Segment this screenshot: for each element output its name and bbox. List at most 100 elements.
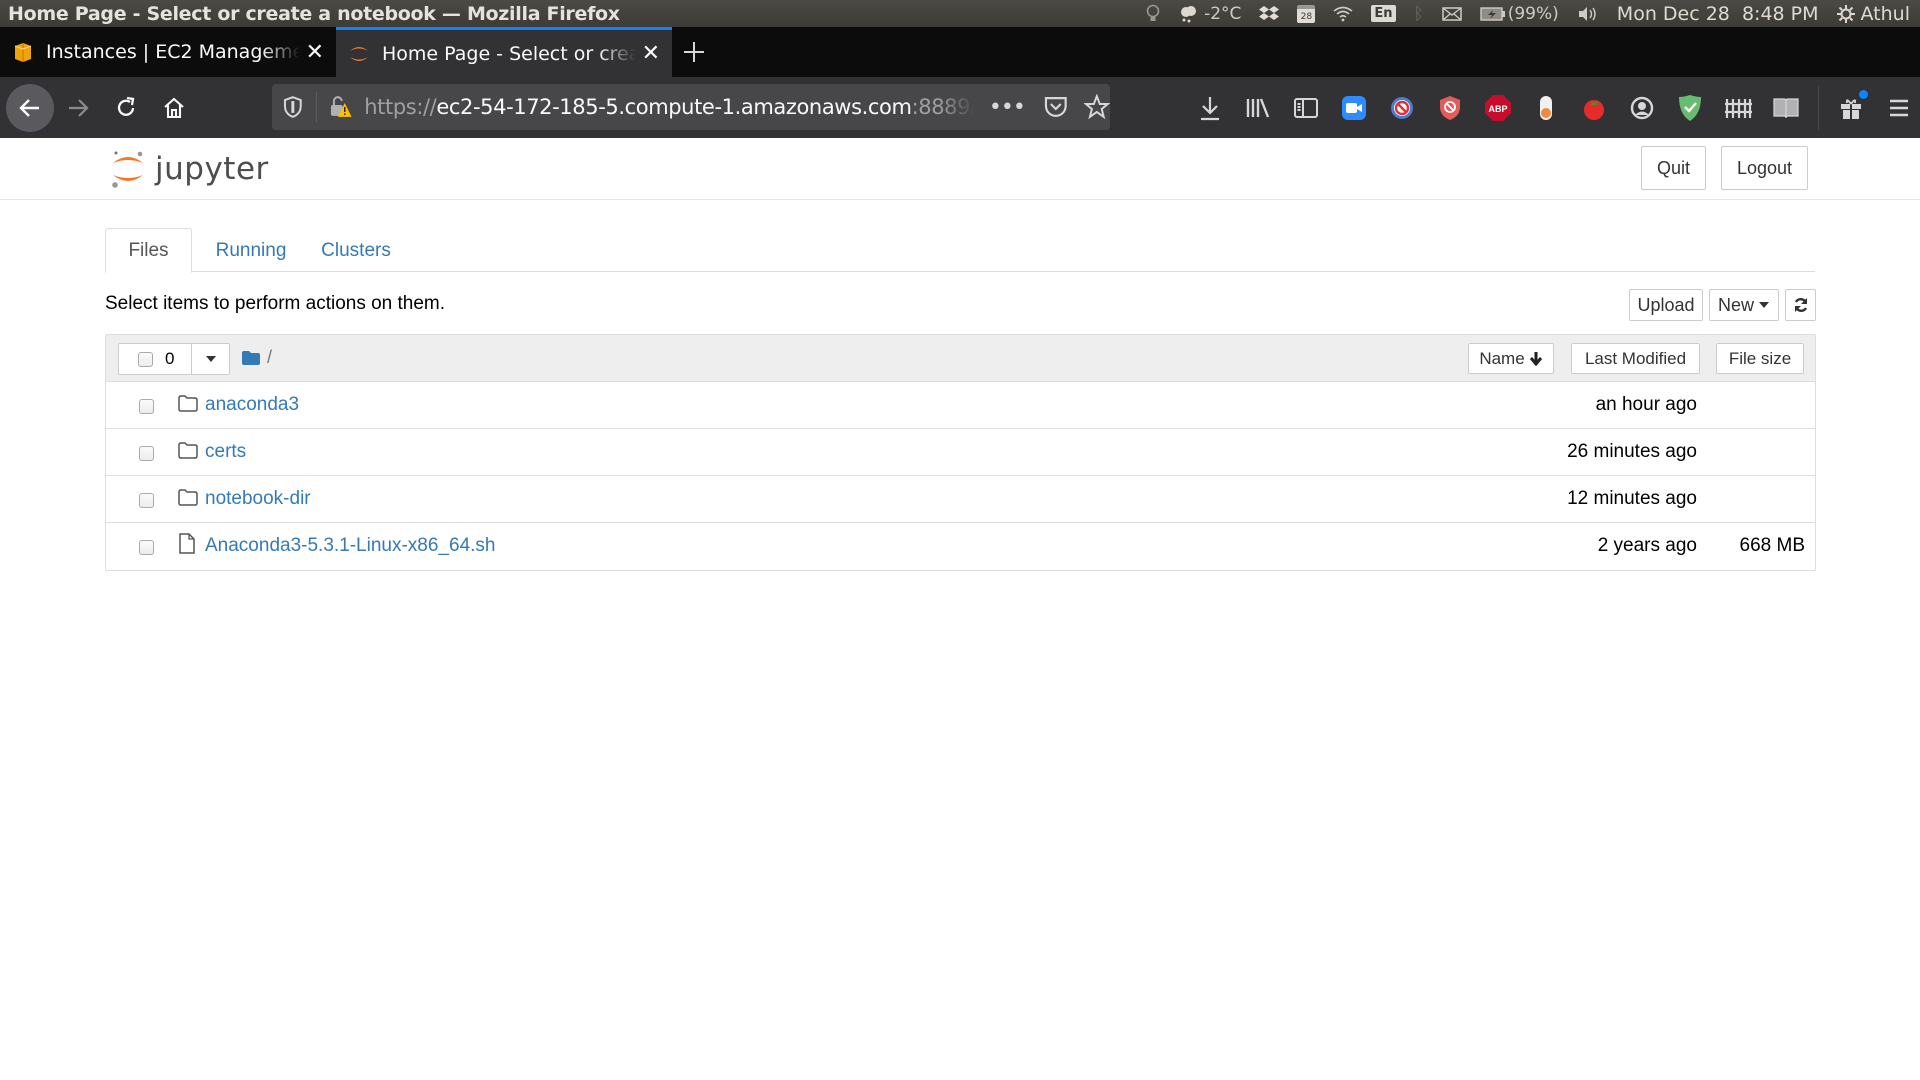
adblock-plus-extension[interactable]: ABP xyxy=(1474,84,1522,132)
adguard-extension[interactable] xyxy=(1666,84,1714,132)
file-list-item: notebook-dir 12 minutes ago xyxy=(106,476,1815,523)
upload-button[interactable]: Upload xyxy=(1629,289,1703,321)
file-list: 0 / Name Last Modified File size anacond… xyxy=(105,334,1816,571)
weather-temp: -2°C xyxy=(1204,3,1242,24)
lightbulb-icon[interactable] xyxy=(1146,4,1160,24)
breadcrumb: / xyxy=(241,347,272,368)
library-button[interactable] xyxy=(1234,84,1282,132)
battery-indicator[interactable]: (99%) xyxy=(1480,4,1559,24)
url-separator xyxy=(315,92,317,122)
item-name-link[interactable]: anaconda3 xyxy=(205,394,299,416)
notification-dot xyxy=(1859,89,1868,99)
mail-icon[interactable] xyxy=(1441,6,1462,21)
logout-button[interactable]: Logout xyxy=(1721,146,1808,190)
toolbar-separator xyxy=(1818,85,1819,130)
jupyter-logo[interactable]: jupyter xyxy=(110,148,269,190)
tab-running[interactable]: Running xyxy=(201,228,301,273)
refresh-button[interactable] xyxy=(1785,289,1816,321)
tracking-shield-icon[interactable] xyxy=(282,95,304,119)
close-tab-icon[interactable]: ✕ xyxy=(642,41,660,66)
gear-icon xyxy=(1836,4,1855,23)
file-list-item: anaconda3 an hour ago xyxy=(106,382,1815,429)
url-path: :8889/tree xyxy=(911,95,975,119)
bookmark-star-icon[interactable] xyxy=(1084,94,1111,120)
jupyter-icon xyxy=(350,46,368,61)
new-button[interactable]: New xyxy=(1709,289,1779,321)
system-tray: -2°C 28 En ᛒ (99%) Mon Dec 28 8:48 PM At… xyxy=(1146,0,1910,27)
sort-by-name-button[interactable]: Name xyxy=(1468,343,1554,374)
zoom-icon xyxy=(1342,95,1366,120)
select-all-checkbox[interactable] xyxy=(138,351,153,367)
new-tab-button[interactable] xyxy=(672,27,716,77)
item-checkbox[interactable] xyxy=(139,493,154,508)
sidebar-button[interactable] xyxy=(1282,84,1330,132)
zoom-extension[interactable] xyxy=(1330,84,1378,132)
browser-toolbar: ABP xyxy=(1186,77,1920,138)
pocket-icon[interactable] xyxy=(1043,95,1069,119)
browser-nav-bar: https://ec2-54-172-185-5.compute-1.amazo… xyxy=(0,77,1920,138)
forward-button[interactable] xyxy=(58,88,98,128)
user-name: Athul xyxy=(1860,2,1910,25)
folder-icon xyxy=(178,395,198,412)
os-title-bar: Home Page - Select or create a notebook … xyxy=(0,0,1920,27)
jupyter-header: jupyter Quit Logout xyxy=(0,138,1920,200)
toggle-icon xyxy=(1540,95,1552,120)
sort-by-file-size-button[interactable]: File size xyxy=(1716,343,1804,374)
weather-indicator[interactable]: -2°C xyxy=(1178,4,1241,24)
browser-tab-ec2[interactable]: Instances | EC2 Management Console ✕ xyxy=(0,27,336,77)
jupyter-logo-icon xyxy=(112,151,143,188)
item-name-link[interactable]: Anaconda3-5.3.1-Linux-x86_64.sh xyxy=(205,535,495,557)
back-button[interactable] xyxy=(6,83,54,132)
tab-clusters[interactable]: Clusters xyxy=(305,228,407,273)
clock[interactable]: Mon Dec 28 8:48 PM xyxy=(1617,3,1819,25)
calendar-icon[interactable]: 28 xyxy=(1297,4,1316,23)
reload-button[interactable] xyxy=(106,88,146,128)
sort-by-last-modified-button[interactable]: Last Modified xyxy=(1571,343,1700,374)
item-checkbox[interactable] xyxy=(139,399,154,414)
close-tab-icon[interactable]: ✕ xyxy=(306,40,324,65)
select-all-button[interactable]: 0 xyxy=(118,343,192,375)
keyboard-layout-indicator[interactable]: En xyxy=(1371,5,1396,22)
tab-files[interactable]: Files xyxy=(105,228,192,273)
insecure-lock-icon[interactable] xyxy=(327,94,353,120)
fence-icon xyxy=(1725,98,1752,118)
item-file-size: 668 MB xyxy=(1739,535,1805,556)
item-checkbox[interactable] xyxy=(139,540,154,555)
bluetooth-icon[interactable]: ᛒ xyxy=(1414,4,1424,24)
ghostery-extension[interactable] xyxy=(1618,84,1666,132)
reader-extension[interactable] xyxy=(1762,84,1810,132)
fence-extension[interactable] xyxy=(1714,84,1762,132)
select-dropdown-button[interactable] xyxy=(192,343,230,375)
tomato-timer-extension[interactable] xyxy=(1570,84,1618,132)
wifi-icon[interactable] xyxy=(1333,6,1353,22)
url-text[interactable]: https://ec2-54-172-185-5.compute-1.amazo… xyxy=(364,95,975,119)
quit-button[interactable]: Quit xyxy=(1641,146,1706,190)
blocker-extension[interactable] xyxy=(1378,84,1426,132)
volume-icon[interactable] xyxy=(1577,6,1599,22)
folder-filled-icon[interactable] xyxy=(241,350,261,366)
item-name-link[interactable]: certs xyxy=(205,441,246,463)
breadcrumb-root[interactable]: / xyxy=(267,347,272,368)
jupyter-logo-text: jupyter xyxy=(155,151,269,187)
item-checkbox[interactable] xyxy=(139,446,154,461)
whats-new-button[interactable] xyxy=(1827,84,1875,132)
item-name-link[interactable]: notebook-dir xyxy=(205,488,311,510)
reader-icon xyxy=(1773,97,1799,118)
url-bar[interactable]: https://ec2-54-172-185-5.compute-1.amazo… xyxy=(272,84,1111,130)
privacy-shield-extension[interactable] xyxy=(1426,84,1474,132)
dropbox-icon[interactable] xyxy=(1259,5,1280,23)
item-last-modified: 12 minutes ago xyxy=(1567,488,1697,509)
page-actions-icon[interactable]: ••• xyxy=(989,95,1026,120)
browser-tab-jupyter[interactable]: Home Page - Select or create a notebook … xyxy=(336,27,672,77)
blocker-icon xyxy=(1391,96,1413,119)
toggle-extension[interactable] xyxy=(1522,84,1570,132)
menu-button[interactable] xyxy=(1875,84,1920,132)
download-icon xyxy=(1201,96,1219,120)
session-menu[interactable]: Athul xyxy=(1836,2,1910,25)
tab-title: Home Page - Select or create a notebook xyxy=(382,42,636,65)
downloads-button[interactable] xyxy=(1186,84,1234,132)
home-button[interactable] xyxy=(154,88,194,128)
file-list-item: Anaconda3-5.3.1-Linux-x86_64.sh 2 years … xyxy=(106,523,1815,570)
sort-name-label: Name xyxy=(1479,348,1525,368)
svg-text:ABP: ABP xyxy=(1488,104,1507,114)
